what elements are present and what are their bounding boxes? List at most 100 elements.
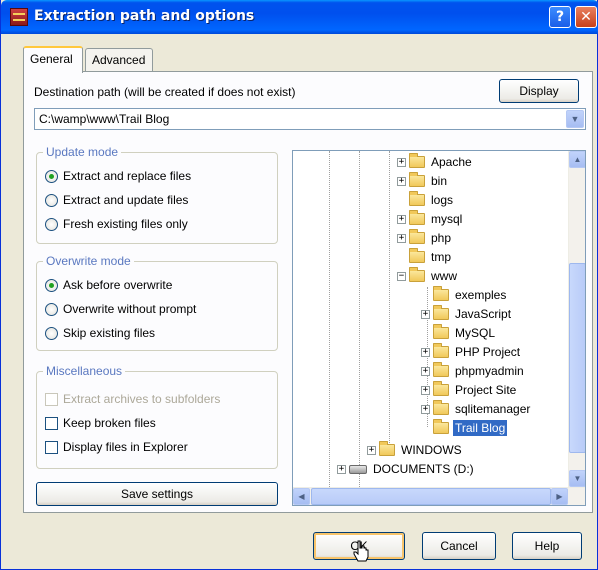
expand-icon[interactable]: + [397,214,406,224]
tree-item-label: Project Site [455,383,517,397]
tree-item[interactable]: + Apache [397,153,474,171]
tree-item[interactable]: tmp [397,248,453,266]
tree-item[interactable]: + phpmyadmin [421,362,526,380]
folder-icon [409,191,425,206]
expand-icon[interactable]: + [421,404,430,414]
tree-item[interactable]: + mysql [397,210,464,228]
overwrite-mode-group: Overwrite mode Ask before overwrite Over… [36,254,278,351]
expand-icon[interactable]: + [421,309,430,319]
expand-icon[interactable]: + [421,385,430,395]
close-icon: ✕ [580,9,592,25]
tree-item-label: exemples [455,288,507,302]
checkbox-icon[interactable] [45,416,58,430]
scroll-right-icon[interactable]: ▶ [551,488,568,505]
tree-item[interactable]: + DOCUMENTS (D:) [337,460,476,478]
checkbox-icon [45,392,58,406]
chevron-down-icon[interactable]: ▼ [566,110,584,128]
tree-item-selected[interactable]: Trail Blog [421,419,508,437]
radio-label: Fresh existing files only [63,217,188,231]
folder-icon [433,286,449,301]
display-button[interactable]: Display [499,79,579,103]
expand-icon[interactable]: + [397,157,406,167]
tree-item-label: sqlitemanager [455,402,531,416]
radio-extract-update[interactable]: Extract and update files [45,191,188,209]
horizontal-scroll-thumb[interactable] [311,488,551,505]
tree-item[interactable]: + bin [397,172,449,190]
cancel-button[interactable]: Cancel [422,532,496,560]
close-button[interactable]: ✕ [575,6,597,28]
radio-selected-icon[interactable] [45,169,58,183]
collapse-icon[interactable]: − [397,271,406,281]
folder-icon [409,153,425,168]
tree-item[interactable]: + php [397,229,453,247]
help-title-button[interactable]: ? [549,6,571,28]
scroll-left-icon[interactable]: ◀ [293,488,310,505]
radio-extract-replace[interactable]: Extract and replace files [45,167,191,185]
tab-general[interactable]: General [23,46,83,73]
help-button[interactable]: Help [512,532,582,560]
folder-icon [433,362,449,377]
scroll-up-icon[interactable]: ▲ [569,151,585,168]
expand-icon[interactable]: + [421,366,430,376]
radio-overwrite-without-prompt[interactable]: Overwrite without prompt [45,300,196,318]
tree-item[interactable]: + sqlitemanager [421,400,532,418]
radio-icon[interactable] [45,193,58,207]
tree-item-label: DOCUMENTS (D:) [373,462,474,476]
radio-label: Skip existing files [63,326,156,340]
checkbox-icon[interactable] [45,440,58,454]
check-keep-broken[interactable]: Keep broken files [45,414,156,432]
tree-item[interactable]: + Project Site [421,381,518,399]
expand-icon[interactable]: + [421,347,430,357]
question-icon: ? [555,9,565,25]
vertical-scrollbar[interactable]: ▲ ▼ [568,151,585,487]
destination-path-value[interactable]: C:\wamp\www\Trail Blog [39,112,169,126]
folder-icon [409,172,425,187]
save-settings-button[interactable]: Save settings [36,482,278,506]
expand-icon[interactable]: + [367,445,376,455]
folder-icon [379,441,395,456]
folder-icon [433,381,449,396]
radio-selected-icon[interactable] [45,278,58,292]
tree-item[interactable]: logs [397,191,455,209]
radio-fresh-existing[interactable]: Fresh existing files only [45,215,188,233]
radio-icon[interactable] [45,326,58,340]
update-mode-group: Update mode Extract and replace files Ex… [36,145,278,244]
check-display-explorer[interactable]: Display files in Explorer [45,438,188,456]
checkbox-label: Extract archives to subfolders [63,392,221,406]
radio-ask-before-overwrite[interactable]: Ask before overwrite [45,276,172,294]
vertical-scroll-thumb[interactable] [569,263,585,453]
tree-item[interactable]: + WINDOWS [367,441,464,459]
title-bar[interactable]: Extraction path and options ? ✕ [1,0,598,34]
tree-item-label: mysql [431,212,463,226]
tree-item[interactable]: + PHP Project [421,343,522,361]
dialog-window: Extraction path and options ? ✕ General … [0,0,598,570]
horizontal-scrollbar[interactable]: ◀ ▶ [293,487,585,505]
radio-icon[interactable] [45,217,58,231]
overwrite-mode-title: Overwrite mode [43,254,134,268]
folder-icon [409,210,425,225]
destination-label: Destination path (will be created if doe… [34,85,296,99]
tab-advanced[interactable]: Advanced [85,48,153,72]
radio-skip-existing[interactable]: Skip existing files [45,324,155,342]
tree-item[interactable]: − www [397,267,459,285]
folder-icon [433,400,449,415]
tree-item-label: Apache [431,155,472,169]
expand-icon[interactable]: + [397,233,406,243]
expand-icon[interactable]: + [397,176,406,186]
tree-item[interactable]: exemples [421,286,508,304]
tree-item[interactable]: + JavaScript [421,305,513,323]
scroll-down-icon[interactable]: ▼ [569,470,585,487]
tree-item-label: www [431,269,457,283]
tree-item[interactable]: MySQL [421,324,497,342]
expand-icon[interactable]: + [337,464,346,474]
radio-label: Extract and replace files [63,169,192,183]
radio-icon[interactable] [45,302,58,316]
tree-guide [329,151,330,487]
tree-item-label: logs [431,193,454,207]
folder-tree[interactable]: + Apache + bin logs + mysql + php tmp − … [292,150,586,506]
destination-path-combo[interactable]: C:\wamp\www\Trail Blog ▼ [34,108,586,130]
